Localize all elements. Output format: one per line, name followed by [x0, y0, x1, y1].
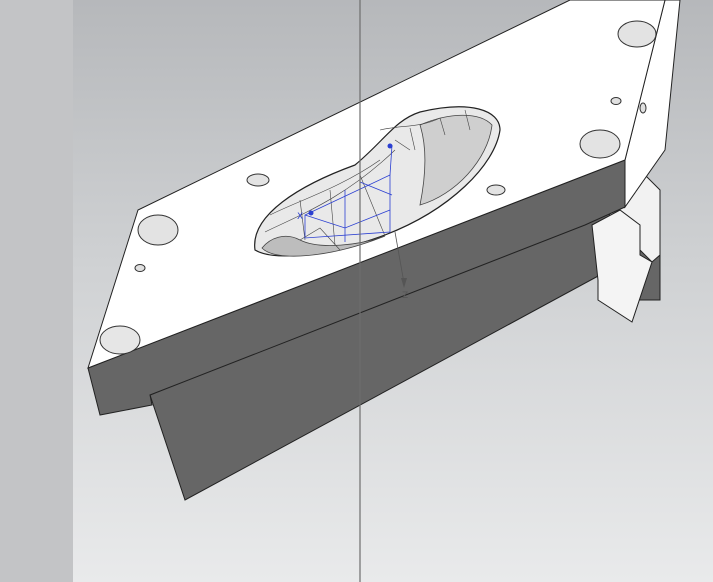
x-axis-marker [308, 210, 314, 216]
x-axis-label: X [297, 212, 303, 222]
cad-scene[interactable]: Z X [0, 0, 713, 582]
hole [246, 173, 270, 187]
hole [579, 129, 621, 159]
coordinate-origin-marker [387, 143, 393, 149]
hole [99, 325, 141, 355]
hole [639, 102, 647, 114]
hole [134, 264, 146, 272]
hole [486, 184, 506, 196]
z-axis-label: Z [402, 291, 408, 301]
hole [137, 214, 179, 246]
hole [617, 20, 657, 48]
hole [610, 97, 622, 105]
